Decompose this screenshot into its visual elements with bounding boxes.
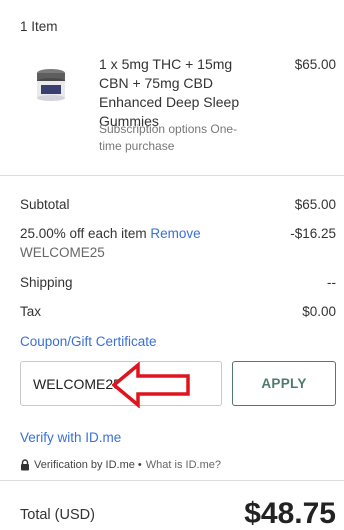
discount-value: -$16.25 <box>290 226 336 241</box>
tax-label: Tax <box>20 304 42 319</box>
divider <box>0 175 344 176</box>
what-is-idme-link[interactable]: What is ID.me? <box>146 459 221 471</box>
lock-icon <box>21 459 29 471</box>
product-name[interactable]: 1 x 5mg THC + 15mg CBN + 75mg CBD Enhanc… <box>99 55 259 131</box>
subtotal-label: Subtotal <box>20 197 70 212</box>
subtotal-value: $65.00 <box>294 197 336 212</box>
apply-button[interactable]: APPLY <box>232 361 336 406</box>
idme-verification: Verification by ID.me • What is ID.me? <box>20 459 221 471</box>
product-jar-icon <box>37 69 65 101</box>
shipping-label: Shipping <box>20 275 73 290</box>
discount-label: 25.00% off each item <box>20 226 147 241</box>
shipping-row: Shipping -- <box>20 275 336 290</box>
discount-row: 25.00% off each item Remove -$16.25 <box>20 226 336 241</box>
coupon-toggle-link[interactable]: Coupon/Gift Certificate <box>20 334 336 349</box>
total-label: Total (USD) <box>20 507 95 523</box>
tax-row: Tax $0.00 <box>20 304 336 319</box>
remove-discount-link[interactable]: Remove <box>150 226 200 241</box>
verification-text: Verification by ID.me • <box>34 459 142 471</box>
divider <box>0 480 344 481</box>
red-arrow-annotation <box>112 362 190 408</box>
discount-code: WELCOME25 <box>20 245 105 260</box>
subscription-options: Subscription options One-time purchase <box>99 122 238 153</box>
shipping-value: -- <box>327 275 336 290</box>
subtotal-row: Subtotal $65.00 <box>20 197 336 212</box>
product-price: $65.00 <box>294 57 336 72</box>
total-value: $48.75 <box>244 497 336 530</box>
items-count: 1 Item <box>20 19 58 34</box>
verify-idme-link[interactable]: Verify with ID.me <box>20 430 121 445</box>
tax-value: $0.00 <box>302 304 336 319</box>
